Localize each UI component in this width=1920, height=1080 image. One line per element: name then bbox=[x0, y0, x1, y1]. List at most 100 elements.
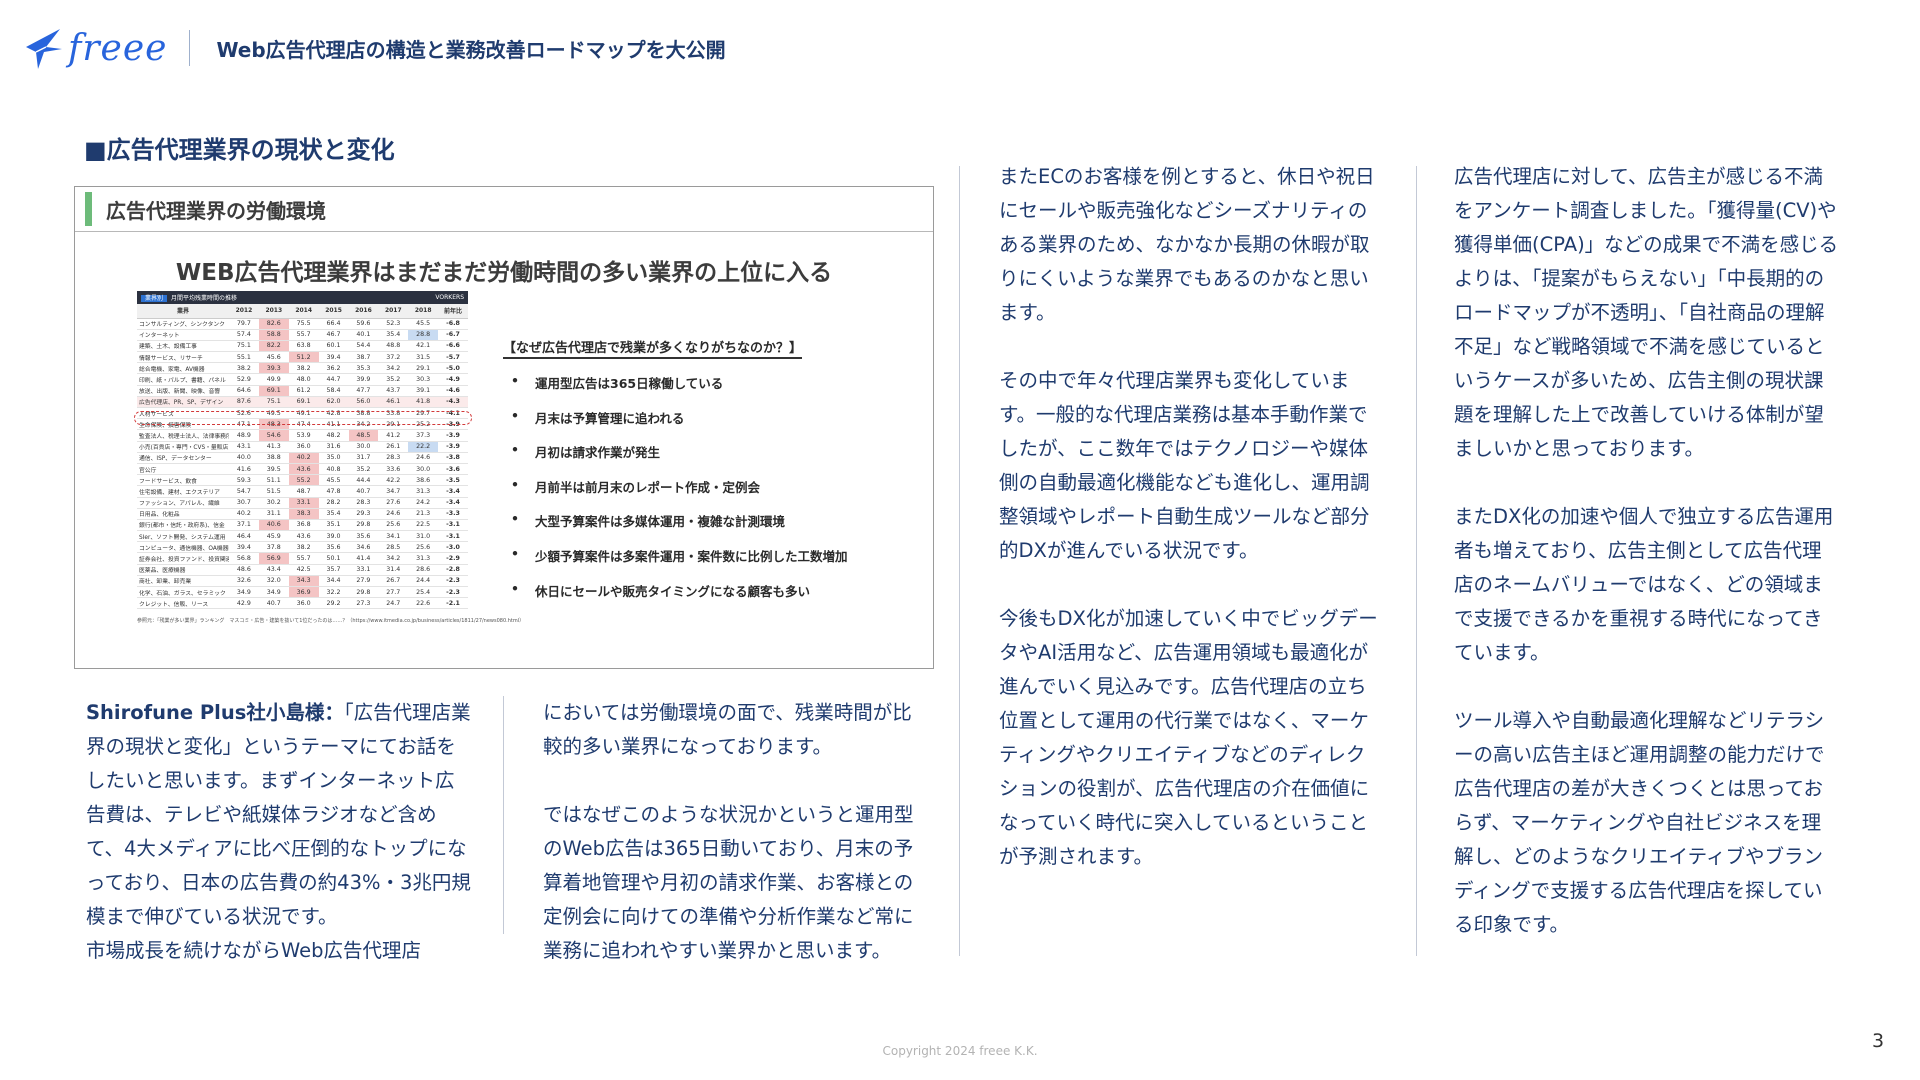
table-column-header: 2018 bbox=[408, 304, 439, 319]
table-cell-value: 47.8 bbox=[318, 485, 349, 498]
reason-item: • 運用型広告は365日稼働している bbox=[503, 373, 913, 408]
table-cell-value: 56.8 bbox=[229, 552, 259, 565]
table-row: 総合電機、家電、AV機器 38.2 39.3 38.2 36.2 35.3 34.2 29.1… bbox=[137, 362, 468, 375]
table-row: 証券会社、投資ファンド、投資関連 56.8 56.9 55.7 50.1 41.4 34.2… bbox=[137, 552, 468, 565]
table-cell-value: 36.0 bbox=[288, 597, 319, 610]
table-cell-industry: コンピュータ、通信機器、OA機器関連 bbox=[137, 541, 229, 554]
table-cell-value: 39.5 bbox=[258, 463, 289, 476]
reason-text: 月初は請求作業が発生 bbox=[535, 445, 661, 461]
column-c-paragraph-2: その中で年々代理店業界も変化しています。一般的な代理店業務は基本手動作業でしたが… bbox=[999, 369, 1370, 562]
text-column-d: 広告代理店に対して、広告主が感じる不満をアンケート調査しました。「獲得量(CV)… bbox=[1454, 160, 1839, 976]
table-cell-value: 35.2 bbox=[348, 463, 379, 476]
table-cell-industry: 通信、ISP、データセンター bbox=[137, 452, 229, 464]
table-column-header: 2017 bbox=[378, 304, 409, 319]
table-cell-industry: 銀行(都市・信託・政府系)、信金 bbox=[137, 519, 229, 532]
table-cell-value: 33.1 bbox=[288, 497, 319, 509]
table-cell-industry: コンサルティング、シンクタンク bbox=[137, 318, 229, 330]
table-row: 建築、土木、設備工事 75.1 82.2 63.8 60.1 54.4 48.8 42.1 -6… bbox=[137, 340, 468, 353]
table-cell-industry: 総合電機、家電、AV機器 bbox=[137, 362, 229, 375]
table-cell-value: 87.6 bbox=[229, 396, 259, 409]
table-cell-value: 29.1 bbox=[408, 362, 439, 375]
table-row: 商社、卸業、卸売業 32.6 32.0 34.3 34.4 27.9 26.7 24.4 -2.… bbox=[137, 575, 468, 588]
table-cell-industry: 医薬品、医療機器 bbox=[137, 564, 229, 576]
table-cell-value: 41.4 bbox=[348, 552, 379, 565]
table-cell-value: 29.2 bbox=[318, 597, 349, 610]
table-cell-value: 46.4 bbox=[229, 530, 259, 543]
table-cell-value: 40.2 bbox=[288, 452, 319, 464]
table-cell-value: 34.1 bbox=[378, 530, 409, 543]
table-cell-value: 43.6 bbox=[288, 530, 319, 543]
table-cell-value: 43.7 bbox=[378, 385, 409, 397]
overtime-data-table: 業界 2012 2013 2014 2015 2016 2017 2018 前年比 コンサルティ… bbox=[137, 304, 468, 610]
table-cell-value: 30.7 bbox=[229, 497, 259, 509]
table-source: 参照元：「残業が多い業界」ランキング マスコミ・広告・建築を抜いて1位だったのは… bbox=[137, 618, 525, 625]
table-row: 日用品、化粧品 40.2 31.1 38.3 35.4 29.3 24.6 21.3 -3.3 bbox=[137, 508, 468, 520]
table-cell-value: 35.7 bbox=[318, 564, 349, 576]
table-cell-value: -3.4 bbox=[438, 485, 468, 498]
table-cell-value: -3.3 bbox=[438, 508, 468, 520]
table-cell-value: 55.7 bbox=[288, 329, 319, 341]
table-cell-value: -2.3 bbox=[438, 586, 468, 599]
table-cell-industry: 化学、石油、ガラス、セラミック bbox=[137, 586, 229, 599]
table-cell-value: 52.3 bbox=[378, 318, 409, 330]
column-d-paragraph-1: 広告代理店に対して、広告主が感じる不満をアンケート調査しました。「獲得量(CV)… bbox=[1454, 165, 1839, 460]
table-cell-value: -3.9 bbox=[438, 429, 468, 442]
table-title-bar: 業界別 月間平均残業時間の推移 VORKERS bbox=[137, 291, 468, 304]
table-cell-value: 63.8 bbox=[288, 340, 319, 353]
table-cell-value: 38.2 bbox=[288, 541, 319, 554]
table-column-header: 2014 bbox=[288, 304, 319, 319]
table-cell-value: 32.0 bbox=[258, 575, 289, 588]
table-row: コンピュータ、通信機器、OA機器関連39.437.838.235.634.628… bbox=[137, 541, 468, 554]
table-cell-value: 42.9 bbox=[229, 597, 259, 610]
table-cell-value: 29.1 bbox=[378, 418, 409, 431]
table-cell-value: 28.3 bbox=[378, 452, 409, 464]
table-cell-value: 38.6 bbox=[408, 474, 439, 487]
table-cell-value: -3.9 bbox=[438, 418, 468, 431]
table-cell-value: 61.2 bbox=[288, 385, 319, 397]
table-cell-value: 34.9 bbox=[258, 586, 289, 599]
table-cell-value: 31.0 bbox=[408, 530, 439, 543]
table-cell-value: 42.1 bbox=[408, 340, 439, 353]
table-cell-value: 29.8 bbox=[348, 586, 379, 599]
table-cell-value: 47.1 bbox=[229, 418, 259, 431]
bullet-icon: • bbox=[511, 476, 519, 492]
table-cell-industry: 広告代理店、PR、SP、デザイン bbox=[137, 396, 229, 409]
table-row: コンサルティング、シンクタンク 79.7 82.6 75.5 66.4 59.6 52.3 4… bbox=[137, 318, 468, 330]
table-cell-value: -6.7 bbox=[438, 329, 468, 341]
table-cell-value: -3.8 bbox=[438, 452, 468, 464]
table-cell-value: 32.2 bbox=[318, 586, 349, 599]
table-cell-value: 58.4 bbox=[318, 385, 349, 397]
column-a-text-2: 市場成長を続けながらWeb広告代理店 bbox=[86, 939, 422, 962]
table-cell-value: 37.2 bbox=[378, 351, 409, 364]
table-cell-value: 51.1 bbox=[258, 474, 289, 487]
table-cell-value: 42.5 bbox=[288, 564, 319, 576]
table-cell-value: 33.1 bbox=[348, 564, 379, 576]
bird-icon bbox=[26, 29, 62, 69]
table-cell-value: 39.4 bbox=[229, 541, 259, 554]
table-cell-value: -3.4 bbox=[438, 497, 468, 509]
table-cell-value: 44.4 bbox=[348, 474, 379, 487]
table-cell-value: 25.6 bbox=[408, 541, 439, 554]
table-cell-value: -2.1 bbox=[438, 597, 468, 610]
table-cell-value: 47.7 bbox=[348, 385, 379, 397]
table-cell-value: 25.6 bbox=[378, 519, 409, 532]
column-a-text-1: 「広告代理店業界の現状と変化」というテーマにてお話をしたいと思います。まずインタ… bbox=[86, 701, 471, 928]
table-cell-value: 49.1 bbox=[288, 407, 319, 420]
table-cell-value: 45.5 bbox=[408, 318, 439, 330]
table-cell-value: 34.2 bbox=[378, 552, 409, 565]
table-cell-value: 82.6 bbox=[258, 318, 289, 330]
table-cell-value: 60.1 bbox=[318, 340, 349, 353]
bullet-icon: • bbox=[511, 442, 519, 458]
table-cell-industry: 情報サービス、リサーチ bbox=[137, 351, 229, 364]
table-cell-value: -3.1 bbox=[438, 519, 468, 532]
table-cell-value: 38.8 bbox=[348, 407, 379, 420]
table-cell-value: 62.0 bbox=[318, 396, 349, 409]
table-cell-value: 37.8 bbox=[258, 541, 289, 554]
overtime-table: 業界別 月間平均残業時間の推移 VORKERS 業界 2012 2013 2014 201… bbox=[137, 291, 525, 625]
table-cell-value: -4.1 bbox=[438, 407, 468, 420]
table-cell-value: 48.8 bbox=[378, 340, 409, 353]
table-cell-value: 40.1 bbox=[348, 329, 379, 341]
bullet-icon: • bbox=[511, 545, 519, 561]
table-cell-value: 31.3 bbox=[408, 552, 439, 565]
bullet-icon: • bbox=[511, 580, 519, 596]
